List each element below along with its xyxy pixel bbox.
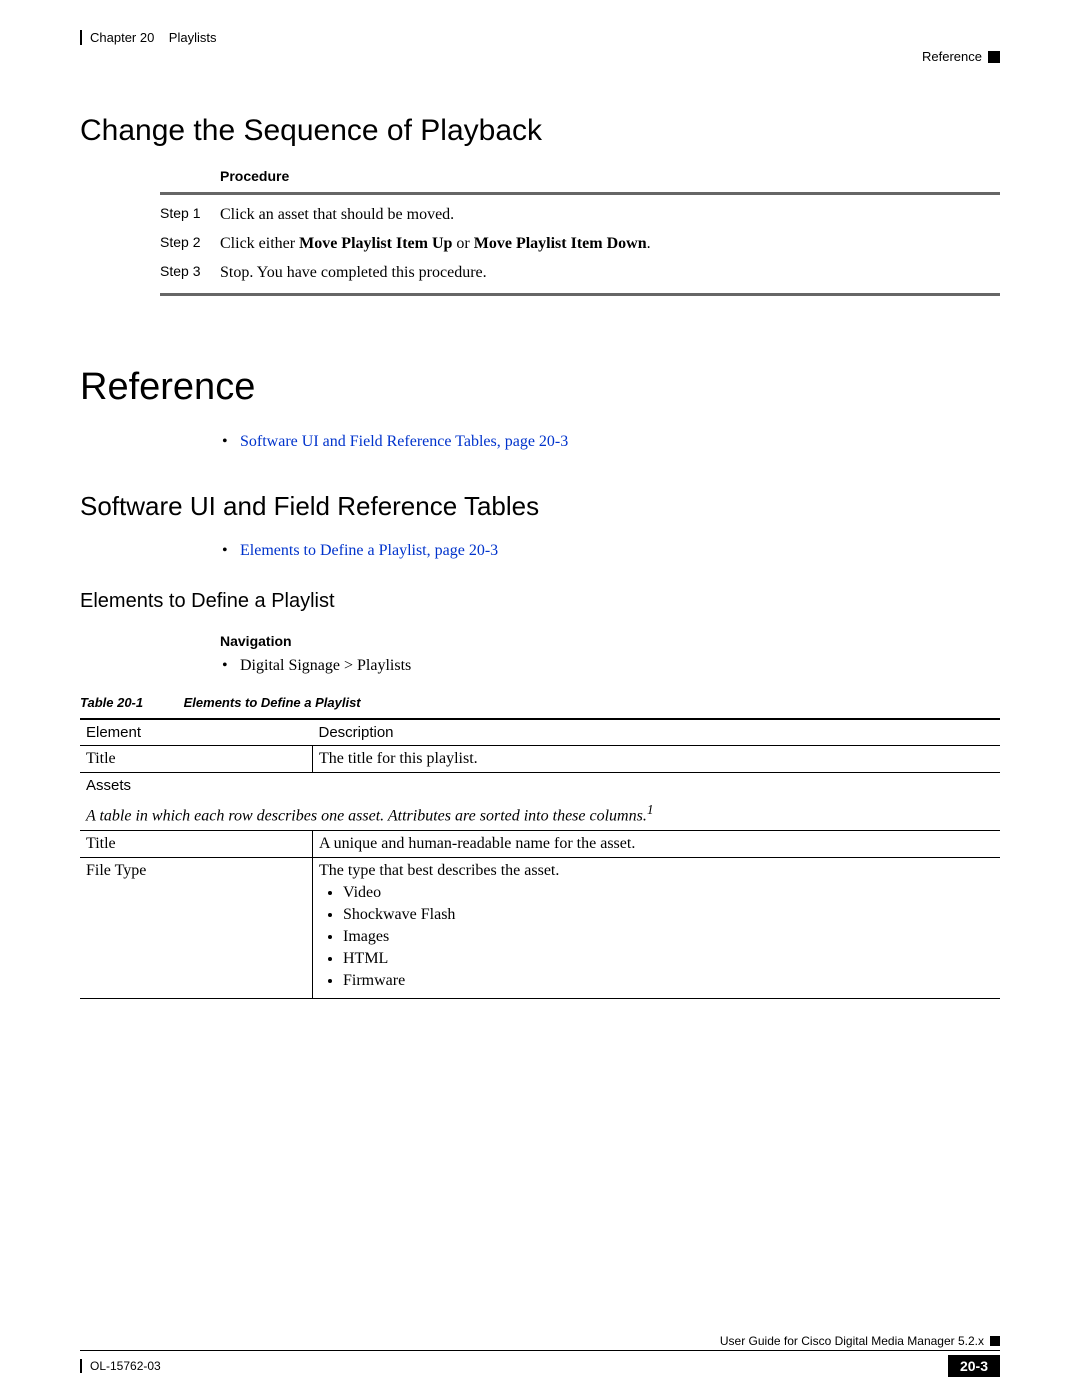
step-text: Stop. You have completed this procedure. bbox=[220, 259, 1000, 288]
navigation-label: Navigation bbox=[220, 633, 1000, 649]
procedure-label: Procedure bbox=[220, 168, 1000, 184]
chapter-title: Playlists bbox=[169, 30, 217, 45]
cell-element: Title bbox=[80, 746, 313, 773]
step-row: Step 3 Stop. You have completed this pro… bbox=[160, 259, 1000, 288]
step-row: Step 1 Click an asset that should be mov… bbox=[160, 201, 1000, 230]
header-section-ref: Reference bbox=[922, 49, 982, 64]
list-item: Shockwave Flash bbox=[343, 906, 994, 924]
cell-description: The title for this playlist. bbox=[313, 746, 1001, 773]
table-caption: Table 20-1 Elements to Define a Playlist bbox=[80, 695, 1000, 710]
list-item: Firmware bbox=[343, 972, 994, 990]
procedure-steps: Step 1 Click an asset that should be mov… bbox=[160, 192, 1000, 296]
cell-element: File Type bbox=[80, 857, 313, 998]
table-title: Elements to Define a Playlist bbox=[184, 695, 361, 710]
step-label: Step 3 bbox=[160, 259, 220, 288]
page-header: Chapter 20 Playlists bbox=[80, 30, 1000, 45]
footer-guide-row: User Guide for Cisco Digital Media Manag… bbox=[80, 1334, 1000, 1351]
list-item: HTML bbox=[343, 950, 994, 968]
cell-description: The type that best describes the asset. … bbox=[313, 857, 1001, 998]
table-number: Table 20-1 bbox=[80, 695, 180, 710]
step-text: Click an asset that should be moved. bbox=[220, 201, 1000, 230]
table-row: Title A unique and human-readable name f… bbox=[80, 830, 1000, 857]
page-number: 20-3 bbox=[948, 1355, 1000, 1377]
page-footer: User Guide for Cisco Digital Media Manag… bbox=[80, 1334, 1000, 1377]
list-item: Images bbox=[343, 928, 994, 946]
navigation-path: Digital Signage > Playlists bbox=[240, 657, 1000, 675]
heading-reference: Reference bbox=[80, 366, 1000, 409]
filetype-desc: The type that best describes the asset. bbox=[319, 862, 559, 879]
table-section-assets: Assets bbox=[80, 773, 1000, 799]
footer-bottom-row: OL-15762-03 20-3 bbox=[80, 1355, 1000, 1377]
header-marker-icon bbox=[988, 51, 1000, 63]
chapter-number: Chapter 20 bbox=[90, 30, 154, 45]
elements-table: Element Description Title The title for … bbox=[80, 718, 1000, 998]
filetype-list: Video Shockwave Flash Images HTML Firmwa… bbox=[319, 884, 994, 990]
step-text: Click either Move Playlist Item Up or Mo… bbox=[220, 230, 1000, 259]
step-label: Step 1 bbox=[160, 201, 220, 230]
table-row: File Type The type that best describes t… bbox=[80, 857, 1000, 998]
header-chapter: Chapter 20 Playlists bbox=[80, 30, 216, 45]
heading-change-sequence: Change the Sequence of Playback bbox=[80, 114, 1000, 148]
footer-marker-icon bbox=[990, 1336, 1000, 1346]
assets-label: Assets bbox=[80, 773, 1000, 799]
th-description: Description bbox=[313, 719, 1001, 746]
th-element: Element bbox=[80, 719, 313, 746]
cell-element: Title bbox=[80, 830, 313, 857]
xref-link-elements[interactable]: Elements to Define a Playlist, page 20-3 bbox=[240, 542, 1000, 560]
assets-note: A table in which each row describes one … bbox=[80, 798, 1000, 830]
header-right: Reference bbox=[80, 49, 1000, 64]
assets-note-row: A table in which each row describes one … bbox=[80, 798, 1000, 830]
table-row: Title The title for this playlist. bbox=[80, 746, 1000, 773]
step-row: Step 2 Click either Move Playlist Item U… bbox=[160, 230, 1000, 259]
xref-link-software-ui[interactable]: Software UI and Field Reference Tables, … bbox=[240, 433, 1000, 451]
footer-guide-title: User Guide for Cisco Digital Media Manag… bbox=[720, 1334, 984, 1348]
cell-description: A unique and human-readable name for the… bbox=[313, 830, 1001, 857]
step-label: Step 2 bbox=[160, 230, 220, 259]
footer-doc-id: OL-15762-03 bbox=[80, 1359, 161, 1373]
list-item: Video bbox=[343, 884, 994, 902]
heading-software-ui: Software UI and Field Reference Tables bbox=[80, 491, 1000, 522]
heading-elements: Elements to Define a Playlist bbox=[80, 590, 1000, 613]
